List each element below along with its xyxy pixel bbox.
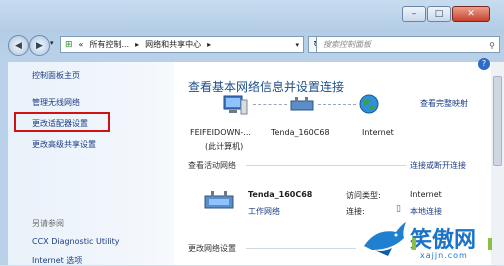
see-also-ccx[interactable]: CCX Diagnostic Utility [32,237,120,246]
address-box[interactable]: ⊞ « 所有控制... ▸ 网络和共享中心 ▸ ▾ [60,36,304,53]
network-router-icon [204,191,234,209]
router-icon [290,97,314,111]
divider [246,248,356,249]
back-arrow-icon: ◀ [15,40,22,51]
forward-arrow-icon: ▶ [36,40,43,51]
sidebar [8,62,174,265]
sidebar-home-link[interactable]: 控制面板主页 [32,70,80,81]
window-controls: – □ ✕ [402,6,490,22]
node-computer-sub: (此计算机) [205,142,244,151]
sidebar-item-change-adapter[interactable]: 更改适配器设置 [32,118,88,129]
connection-label: 连接: [346,207,365,216]
breadcrumb-network-center[interactable]: 网络和共享中心 [145,39,201,50]
sidebar-item-advanced-sharing[interactable]: 更改高级共享设置 [32,139,96,150]
sidebar-item-manage-wireless[interactable]: 管理无线网络 [32,97,80,108]
see-also-internet-options[interactable]: Internet 选项 [32,255,82,266]
active-networks-heading: 查看活动网络 [188,161,236,170]
scrollbar[interactable] [491,62,504,265]
node-router-name: Tenda_160C68 [271,128,330,137]
address-overflow-icon[interactable]: « [79,40,84,49]
network-type-link[interactable]: 工作网络 [248,206,280,217]
connection-icon: ▯ [396,204,401,214]
maximize-button[interactable]: □ [427,6,451,22]
address-bar-row: ◀ ▶ ▾ ⊞ « 所有控制... ▸ 网络和共享中心 ▸ ▾ ↻ 搜索控制面板… [8,35,500,56]
node-computer-name: FEIFEIDOWN-... [190,128,251,137]
shark-logo-icon [364,222,406,256]
divider [246,165,406,166]
link-line [318,104,356,105]
breadcrumb-arrow-icon[interactable]: ▸ [135,40,139,49]
accent-bar [412,238,416,250]
breadcrumb-control-panel[interactable]: 所有控制... [89,39,129,50]
access-type-value: Internet [410,190,442,199]
network-icon: ⊞ [65,39,73,50]
history-dropdown-icon[interactable]: ▾ [50,39,54,47]
globe-icon [359,94,379,114]
view-full-map-link[interactable]: 查看完整映射 [420,98,468,109]
scrollbar-thumb[interactable] [493,76,502,166]
node-internet-name: Internet [362,128,394,137]
see-also-heading: 另请参阅 [32,219,64,228]
search-placeholder: 搜索控制面板 [323,40,371,49]
page-title: 查看基本网络信息并设置连接 [188,80,345,94]
watermark-brand: 笑傲网 [410,228,477,253]
change-settings-heading: 更改网络设置 [188,244,236,253]
address-dropdown-icon[interactable]: ▾ [295,41,303,49]
close-button[interactable]: ✕ [452,6,490,22]
breadcrumb-arrow-icon[interactable]: ▸ [207,40,211,49]
search-input[interactable]: 搜索控制面板 ⚲ [316,36,500,53]
forward-button[interactable]: ▶ [29,35,50,56]
link-line [253,104,287,105]
accent-bar [488,238,492,250]
access-type-label: 访问类型: [346,191,381,200]
computer-icon [223,95,248,115]
help-icon[interactable]: ? [478,58,490,70]
network-name: Tenda_160C68 [248,190,313,199]
minimize-button[interactable]: – [402,6,426,22]
back-button[interactable]: ◀ [8,35,29,56]
connect-disconnect-link[interactable]: 连接或断开连接 [410,160,466,171]
search-icon[interactable]: ⚲ [489,38,495,53]
connection-link[interactable]: 本地连接 [410,206,442,217]
watermark-url: xajjn.com [420,251,468,260]
